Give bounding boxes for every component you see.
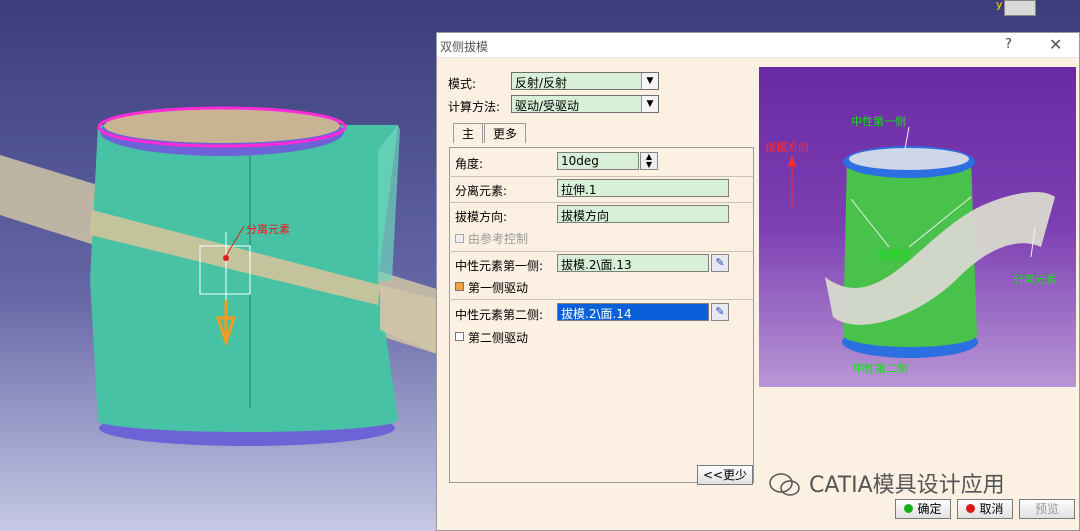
angle-spinner[interactable]: ▲ ▼ [640, 152, 658, 170]
preview-drawing [788, 126, 1055, 358]
ref-control-checkbox[interactable] [455, 234, 464, 243]
ok-button[interactable]: 确定 [895, 499, 951, 519]
calc-method-select[interactable]: 驱动/受驱动 ▼ [511, 95, 659, 113]
divider [449, 202, 753, 203]
preview-label-neutral-second: 中性第二侧 [853, 362, 908, 375]
preview-label-draft-face: 拔模面 [877, 249, 910, 262]
compass-icon[interactable] [1004, 0, 1036, 16]
ok-icon [904, 504, 914, 513]
less-button[interactable]: <<更少 [697, 465, 753, 485]
second-side-drive-label: 第二侧驱动 [468, 331, 529, 345]
tab-more[interactable]: 更多 [484, 123, 526, 143]
parting-element-label: 分离元素: [455, 184, 508, 198]
cancel-label: 取消 [979, 502, 1004, 516]
neutral-second-field[interactable]: 拔模.2\面.14 [557, 303, 709, 321]
first-side-drive-label: 第一侧驱动 [468, 281, 529, 295]
ok-label: 确定 [917, 502, 942, 516]
pull-direction-field[interactable]: 拔模方向 [557, 205, 729, 223]
mode-value: 反射/反射 [515, 76, 568, 90]
divider [449, 176, 753, 177]
chevron-down-icon[interactable]: ▼ [641, 96, 658, 112]
tab-main[interactable]: 主 [453, 123, 483, 143]
preview-illustration: 中性第一侧 拔模方向 分离元素 拔模面 中性第二侧 [759, 67, 1076, 387]
calc-method-value: 驱动/受驱动 [515, 99, 580, 113]
propagation-icon[interactable]: ✎ [711, 254, 729, 272]
neutral-first-label: 中性元素第一侧: [455, 259, 544, 273]
angle-label: 角度: [455, 157, 484, 171]
wechat-icon [769, 473, 800, 496]
propagation-icon[interactable]: ✎ [711, 303, 729, 321]
preview-label-pull-direction: 拔模方向 [765, 141, 809, 154]
axis-y-label: y [996, 0, 1003, 11]
first-side-drive-checkbox[interactable] [455, 282, 464, 291]
divider [449, 299, 753, 300]
watermark-text: CATIA模具设计应用 [809, 473, 1005, 498]
pull-direction-label: 拔模方向: [455, 210, 508, 224]
preview-label-parting: 分离元素 [1013, 273, 1057, 286]
parting-element-annotation: 分离元素 [246, 223, 290, 236]
two-side-draft-dialog: 双侧拔模 ? ✕ 模式: 反射/反射 ▼ 计算方法: 驱动/受驱动 ▼ 主 更多… [436, 32, 1080, 531]
dialog-title: 双侧拔模 [440, 40, 489, 54]
pull-direction-value: 拔模方向 [561, 209, 610, 223]
mode-select[interactable]: 反射/反射 ▼ [511, 72, 659, 90]
cancel-button[interactable]: 取消 [957, 499, 1013, 519]
ref-control-label: 由参考控制 [468, 232, 529, 246]
neutral-second-value: 拔模.2\面.14 [561, 307, 632, 321]
angle-value: 10deg [561, 154, 599, 168]
neutral-second-label: 中性元素第二侧: [455, 308, 544, 322]
close-icon[interactable]: ✕ [1049, 35, 1062, 54]
cancel-icon [966, 504, 976, 513]
neutral-first-value: 拔模.2\面.13 [561, 258, 632, 272]
angle-input[interactable]: 10deg [557, 152, 639, 170]
preview-label-neutral-first: 中性第一侧 [851, 115, 906, 128]
preview-button[interactable]: 预览 [1019, 499, 1075, 519]
cylinder-body [90, 125, 398, 420]
divider [449, 251, 753, 252]
chevron-down-icon[interactable]: ▼ [641, 73, 658, 89]
help-icon[interactable]: ? [1005, 37, 1012, 52]
parting-element-field[interactable]: 拉伸.1 [557, 179, 729, 197]
dialog-titlebar[interactable]: 双侧拔模 ? ✕ [437, 33, 1079, 58]
mode-label: 模式: [448, 77, 477, 91]
neutral-first-field[interactable]: 拔模.2\面.13 [557, 254, 709, 272]
calc-method-label: 计算方法: [448, 100, 501, 114]
second-side-drive-checkbox[interactable] [455, 332, 464, 341]
parting-element-value: 拉伸.1 [561, 183, 597, 197]
